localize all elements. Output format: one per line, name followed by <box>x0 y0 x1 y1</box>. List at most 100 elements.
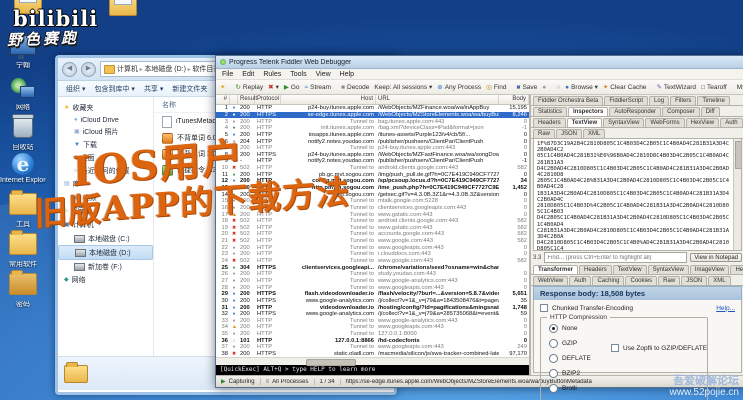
scrollbar-thumb[interactable] <box>735 141 742 169</box>
session-row[interactable]: 25●304HTTPSclientservices.googleapi.../c… <box>216 264 529 271</box>
explorer-toolbar-item[interactable]: 组织 ▾ <box>66 84 85 94</box>
breadcrumb-segment[interactable]: 计算机 <box>117 66 138 73</box>
session-row[interactable]: 35●200HTTPTunnel to127.0.0.1:80000 <box>216 331 529 338</box>
sidebar-item-新加卷 (F:)[interactable]: 新加卷 (F:) <box>58 260 153 273</box>
session-row[interactable]: 31●200HTTPvideodownloader.io/hosting/con… <box>216 304 529 311</box>
tab-log[interactable]: Log <box>649 96 669 105</box>
desktop-icon-Internet Explorer[interactable]: eInternet Explorer <box>0 153 46 184</box>
session-row[interactable]: 27●200HTTPTunnel towww.google-analytics.… <box>216 278 529 285</box>
session-row[interactable]: 34▲200HTTPTunnel towww.googleapis.com:44… <box>216 324 529 331</box>
radio-button[interactable] <box>549 339 558 348</box>
session-row[interactable]: 4●200HTTPinit.itunes.apple.com/bag.xml?d… <box>216 125 529 132</box>
response-tab-auth[interactable]: Auth <box>569 276 591 285</box>
forward-button[interactable]: ▶ <box>81 62 96 77</box>
column-header-Body[interactable]: Body <box>499 95 529 104</box>
radio-button[interactable] <box>549 369 558 378</box>
session-row[interactable]: 19✖502HTTPTunnel towww.gstatic.com:44358… <box>216 225 529 232</box>
session-row[interactable]: 16●200HTTPTunnel toclientservices.google… <box>216 205 529 212</box>
toolbar-textwizard[interactable]: ✎TextWizard <box>656 83 696 91</box>
compression-option-deflate[interactable]: DEFLATE <box>549 354 699 363</box>
session-row[interactable]: 20✖502HTTPTunnel toaccounts.google.com:4… <box>216 231 529 238</box>
sidebar-section-收藏夹[interactable]: ★收藏夹 <box>58 101 153 115</box>
process-filter[interactable]: ≡All Processes <box>261 379 315 385</box>
session-row[interactable]: 21✖502HTTPTunnel towww.google.com:443582 <box>216 238 529 245</box>
response-tab-imageview[interactable]: ImageView <box>690 265 730 274</box>
column-header-Result[interactable]: Result <box>238 95 255 104</box>
toolbar-msdn-search-[interactable]: MSDN Search... <box>737 84 743 91</box>
help-link[interactable]: Help... <box>716 305 735 312</box>
column-header-URL[interactable]: URL <box>376 95 499 104</box>
toolbar-find[interactable]: ◎Find <box>486 83 506 91</box>
toolbar-icon-button[interactable]: ○ <box>556 84 560 91</box>
response-tab-syntaxview[interactable]: SyntaxView <box>648 265 689 274</box>
session-row[interactable]: 32●200HTTPSwww.google-analytics.com/j/co… <box>216 311 529 318</box>
request-tab-headers[interactable]: Headers <box>533 118 566 127</box>
sidebar-item-视频[interactable]: ▣视频 <box>58 191 153 204</box>
tab-composer[interactable]: Composer <box>662 107 700 116</box>
session-row[interactable]: 17▲200HTTPTunnel towww.gstatic.com:4430 <box>216 211 529 218</box>
column-header-icon[interactable] <box>230 95 238 104</box>
toolbar-icon-button[interactable]: ● <box>542 84 546 91</box>
response-tab-raw[interactable]: Raw <box>658 276 680 285</box>
response-tab-textview[interactable]: TextView <box>613 265 647 274</box>
tab-autoresponder[interactable]: AutoResponder <box>609 107 661 116</box>
sidebar-section-计算机[interactable]: ▣计算机 <box>58 218 153 232</box>
menu-view[interactable]: View <box>316 71 331 78</box>
request-tab-auth[interactable]: Auth <box>720 118 742 127</box>
session-row[interactable]: 29●200HTTPSflash.videodownloader.io/flas… <box>216 291 529 298</box>
desktop-icon-密码[interactable]: 密码 <box>0 273 46 308</box>
desktop-icon-工具[interactable]: 工具 <box>0 193 46 228</box>
capturing-indicator[interactable]: ▶Capturing <box>216 378 261 385</box>
desktop-icon-常用软件[interactable]: 常用软件 <box>0 233 46 268</box>
toolbar-stream[interactable]: ≈Stream <box>305 84 332 91</box>
request-tab-hexview[interactable]: HexView <box>686 118 720 127</box>
session-row[interactable]: 12●200HTTPconfig.mvt.sogou.com/sp/pcsoup… <box>216 178 529 185</box>
session-row[interactable]: 1●200HTTPp24-buy.itunes.apple.com/WebObj… <box>216 105 529 112</box>
tab-filters[interactable]: Filters <box>670 96 696 105</box>
sidebar-item-下载[interactable]: ▼下载 <box>58 138 153 151</box>
desktop-icon-回收站[interactable]: 回收站 <box>0 116 46 151</box>
desktop-icon-网络[interactable]: 网络 <box>0 78 46 111</box>
session-row[interactable]: 30●200HTTPSwww.google-analytics.com/j/co… <box>216 298 529 305</box>
column-header-Protocol[interactable]: Protocol <box>255 95 281 104</box>
toolbar-clear-cache[interactable]: ✦Clear Cache <box>603 83 647 91</box>
session-row[interactable]: 36↕101HTTP127.0.0.1:8866/hd-codecfonts0 <box>216 337 529 344</box>
toolbar-decode[interactable]: ■Decode <box>341 84 369 91</box>
sidebar-section-库[interactable]: ▤库 <box>58 177 153 191</box>
tab-fiddler-orchestra-beta[interactable]: Fiddler Orchestra Beta <box>533 96 603 105</box>
find-input[interactable] <box>544 252 687 263</box>
radio-button[interactable] <box>549 354 558 363</box>
toolbar-browse-[interactable]: ●Browse ▾ <box>565 83 598 91</box>
breadcrumb-segment[interactable]: 本地磁盘 (D:) <box>144 66 186 73</box>
request-body-view[interactable]: 1F%87D3C19A2B4C2810D805C1C4B03D4C2B05C1C… <box>533 139 742 251</box>
menu-edit[interactable]: Edit <box>242 71 254 78</box>
sidebar-section-家庭组[interactable]: ⌂家庭组 <box>58 204 153 218</box>
session-row[interactable]: 10✖502HTTPTunnel toandroid.clients.googl… <box>216 165 529 172</box>
desktop-icon-folder-cut[interactable] <box>100 0 146 22</box>
scrollbar-thumb[interactable] <box>306 359 356 366</box>
chunked-checkbox[interactable] <box>540 304 548 312</box>
session-row[interactable]: 15●200HTTPTunnel tomtalk.google.com:5228… <box>216 198 529 205</box>
session-row[interactable]: 13●200HTTPhttp.pinyin.sogou.com/ime_push… <box>216 185 529 192</box>
toolbar-replay[interactable]: ↻Replay <box>235 83 263 91</box>
session-row[interactable]: 37●200HTTPTunnel towww.googleapis.com:44… <box>216 344 529 351</box>
compression-option-none[interactable]: None <box>549 324 699 333</box>
column-header-Host[interactable]: Host <box>281 95 376 104</box>
explorer-toolbar-item[interactable]: 共享 ▾ <box>144 84 163 94</box>
request-tab-textview[interactable]: TextView <box>567 118 602 127</box>
zopfli-checkbox[interactable] <box>611 344 619 352</box>
tab-diff[interactable]: Diff <box>701 107 720 116</box>
sidebar-item-最近访问的位置[interactable]: ○最近访问的位置 <box>58 164 153 177</box>
explorer-toolbar-item[interactable]: 包含到库中 ▾ <box>94 84 134 94</box>
menu-rules[interactable]: Rules <box>263 71 281 78</box>
session-row[interactable]: 3●200HTTPTunnel tobag.itunes.apple.com:4… <box>216 118 529 125</box>
menu-tools[interactable]: Tools <box>290 71 306 78</box>
request-tab-raw[interactable]: Raw <box>533 129 555 138</box>
session-row[interactable]: 24✖502HTTPTunnel towww.google.com:443582 <box>216 258 529 265</box>
sidebar-item-iCloud 照片[interactable]: ▣iCloud 照片 <box>58 125 153 138</box>
radio-button[interactable] <box>549 324 558 333</box>
column-header-#[interactable]: # <box>216 95 230 104</box>
toolbar--[interactable]: ✖▾ <box>268 83 279 91</box>
quickexec-bar[interactable]: [QuickExec] ALT+Q > type HELP to learn m… <box>216 365 529 375</box>
toolbar-icon-button[interactable]: ✦ <box>220 83 225 91</box>
